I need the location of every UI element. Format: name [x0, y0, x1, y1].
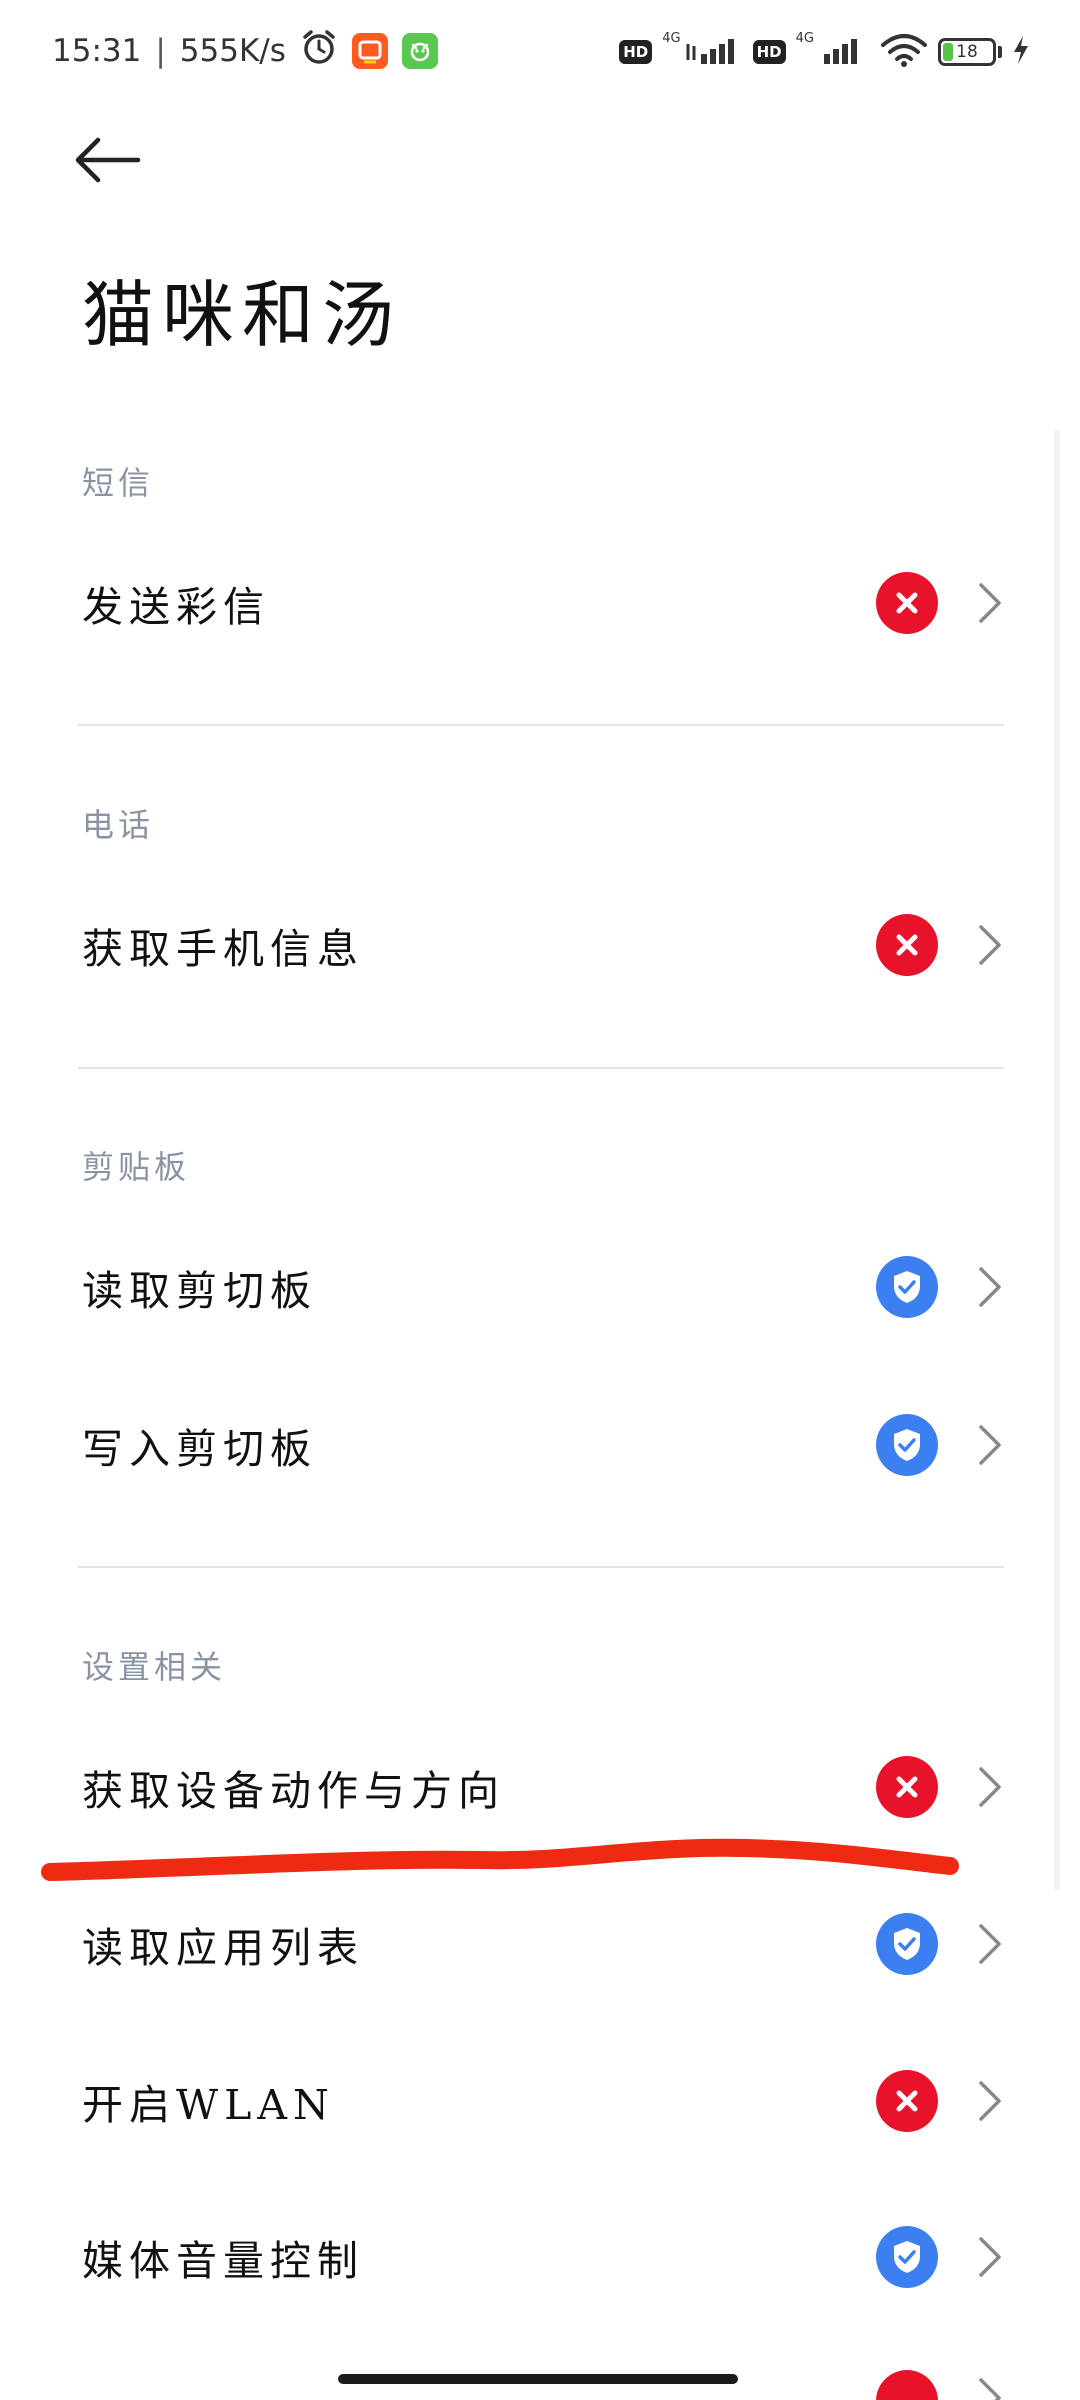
section-label-phone: 电话 — [82, 806, 155, 844]
permission-label: 开启WLAN — [82, 2081, 335, 2129]
denied-icon — [876, 572, 938, 634]
hd-badge-2: HD — [752, 40, 786, 64]
network-type-2: 4G — [795, 30, 814, 46]
denied-icon — [876, 2370, 938, 2400]
chevron-right-icon — [979, 1767, 1001, 1807]
status-bar-right: HD 4G HD 4G 18 — [619, 30, 1030, 74]
permission-row-media-volume[interactable]: 媒体音量控制 — [0, 2182, 1080, 2332]
signal-icon — [685, 34, 743, 70]
permission-label: 读取应用列表 — [82, 1924, 364, 1972]
allowed-shield-icon — [876, 1913, 938, 1975]
permission-row-read-app-list[interactable]: 读取应用列表 — [0, 1869, 1080, 2019]
permission-row-read-clipboard[interactable]: 读取剪切板 — [0, 1212, 1080, 1362]
denied-icon — [876, 1756, 938, 1818]
allowed-shield-icon — [876, 1256, 938, 1318]
chevron-right-icon — [979, 2237, 1001, 2277]
permission-label: 获取手机信息 — [82, 925, 364, 973]
permission-row-device-motion[interactable]: 获取设备动作与方向 — [0, 1712, 1080, 1862]
page-title: 猫咪和汤 — [82, 273, 403, 357]
permission-label: 获取设备动作与方向 — [82, 1767, 505, 1815]
allowed-shield-icon — [876, 1414, 938, 1476]
permission-label: 媒体音量控制 — [82, 2237, 364, 2285]
status-time: 15:31 — [52, 33, 142, 69]
allowed-shield-icon — [876, 2226, 938, 2288]
signal-icon-2 — [818, 34, 870, 70]
chevron-right-icon — [979, 1425, 1001, 1465]
permission-label: 写入剪切板 — [82, 1425, 317, 1473]
battery-level: 18 — [956, 42, 978, 62]
wifi-icon — [880, 33, 928, 71]
status-net-speed: 555K/s — [179, 33, 286, 69]
permission-label: 读取剪切板 — [82, 1267, 317, 1315]
chevron-right-icon — [979, 925, 1001, 965]
status-bar: 15:31 | 555K/s HD 4G HD 4G 18 — [0, 0, 1080, 100]
status-separator: | — [155, 33, 166, 69]
home-indicator[interactable] — [338, 2374, 738, 2384]
chevron-right-icon — [979, 1267, 1001, 1307]
chevron-right-icon — [979, 1924, 1001, 1964]
status-bar-left: 15:31 | 555K/s — [52, 26, 438, 76]
section-divider — [78, 724, 1004, 726]
chevron-right-icon — [979, 583, 1001, 623]
back-button[interactable] — [72, 120, 152, 200]
back-arrow-icon — [75, 137, 141, 183]
permission-row-write-clipboard[interactable]: 写入剪切板 — [0, 1370, 1080, 1520]
chevron-right-icon — [979, 2378, 1001, 2400]
permission-row-get-phone-info[interactable]: 获取手机信息 — [0, 870, 1080, 1020]
network-type-1: 4G — [662, 30, 681, 46]
battery-icon: 18 — [938, 38, 996, 66]
section-divider — [78, 1067, 1004, 1069]
section-divider — [78, 1566, 1004, 1568]
permission-row-partial[interactable] — [0, 2340, 1080, 2400]
denied-icon — [876, 2070, 938, 2132]
permission-row-send-mms[interactable]: 发送彩信 — [0, 528, 1080, 678]
charging-icon — [1012, 35, 1030, 69]
section-label-clipboard: 剪贴板 — [82, 1148, 191, 1186]
alarm-icon — [300, 28, 338, 74]
hd-badge-1: HD — [619, 40, 653, 64]
taobao-app-icon — [351, 33, 388, 69]
denied-icon — [876, 914, 938, 976]
permission-row-enable-wlan[interactable]: 开启WLAN — [0, 2026, 1080, 2176]
chevron-right-icon — [979, 2081, 1001, 2121]
permission-label: 发送彩信 — [82, 583, 270, 631]
section-label-sms: 短信 — [82, 464, 155, 502]
green-app-icon — [401, 33, 438, 69]
section-label-settings: 设置相关 — [82, 1648, 227, 1686]
